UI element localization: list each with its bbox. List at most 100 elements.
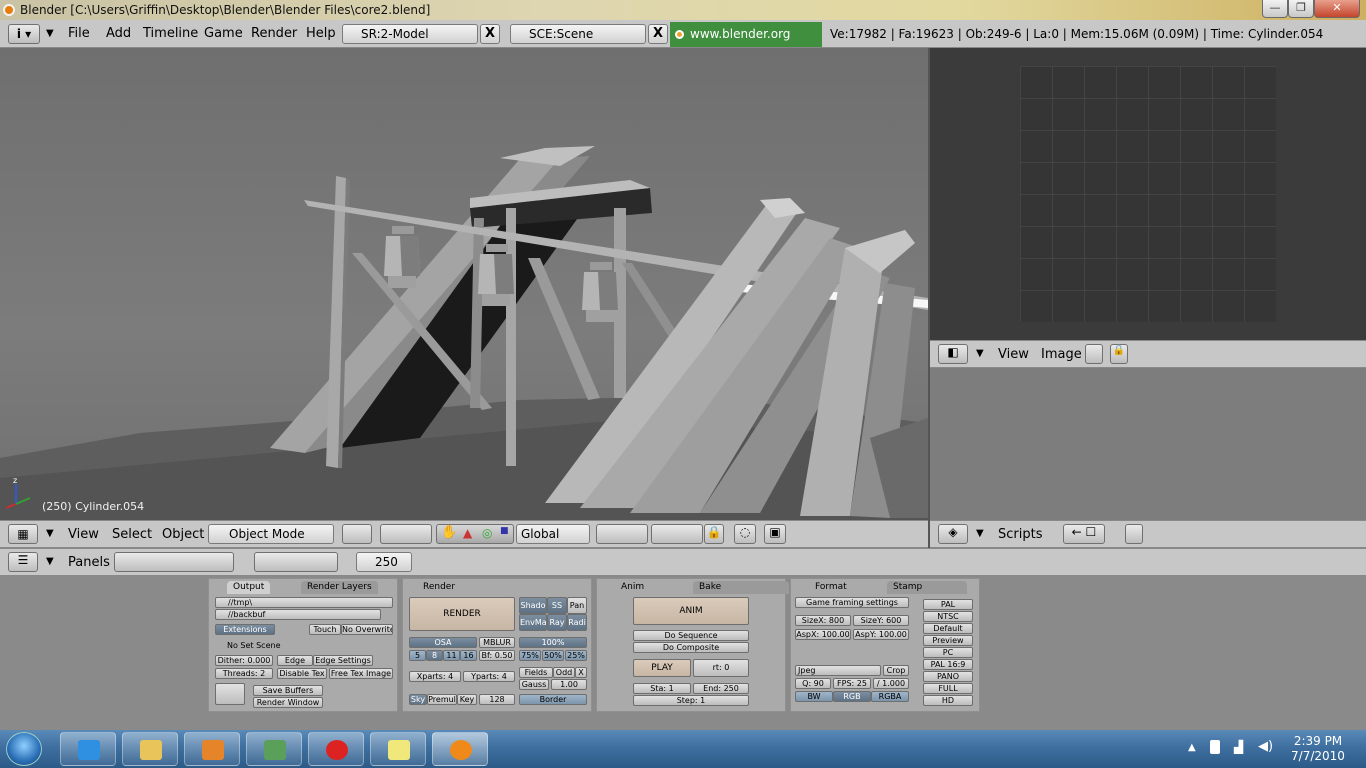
menu-help[interactable]: Help — [306, 26, 336, 41]
collapse-arrow-icon[interactable]: ▼ — [46, 528, 54, 539]
tab-render[interactable]: Render — [417, 581, 462, 594]
preset-preview[interactable]: Preview — [923, 635, 973, 646]
quality-field[interactable]: Q: 90 — [795, 678, 831, 689]
render-preview-icon[interactable]: ▣ — [764, 524, 786, 544]
gauss-value-field[interactable]: 1.00 — [551, 679, 587, 690]
scripts-editor-type-button[interactable]: ◈ — [938, 524, 968, 544]
taskbar-sticky-notes[interactable] — [370, 732, 426, 766]
menu-timeline[interactable]: Timeline — [143, 26, 198, 41]
scene-selector[interactable]: SCE:Scene — [510, 24, 646, 44]
window-type-button[interactable]: i ▾ — [8, 24, 40, 44]
taskbar-media-player[interactable] — [184, 732, 240, 766]
image-menu-image[interactable]: Image — [1041, 347, 1082, 362]
screen-delete-button[interactable]: X — [480, 24, 500, 44]
x-toggle[interactable]: X — [575, 667, 587, 678]
maximize-button[interactable]: ❐ — [1288, 0, 1314, 18]
preset-default[interactable]: Default — [923, 623, 973, 634]
key-toggle[interactable]: Key — [457, 694, 477, 705]
preset-pal-16-9[interactable]: PAL 16:9 — [923, 659, 973, 670]
ss-toggle[interactable]: SS — [547, 597, 567, 614]
aspy-field[interactable]: AspY: 100.00 — [853, 629, 909, 640]
buttons-editor-type-button[interactable]: ☰ — [8, 552, 38, 572]
do-composite-toggle[interactable]: Do Composite — [633, 642, 749, 653]
sizex-field[interactable]: SizeX: 800 — [795, 615, 851, 626]
border-toggle[interactable]: Border — [519, 694, 587, 705]
menu-add[interactable]: Add — [106, 26, 131, 41]
orientation-selector[interactable]: Global — [516, 524, 590, 544]
pivot-snap-button[interactable] — [380, 524, 432, 544]
image-browse-button[interactable] — [1085, 344, 1103, 364]
scripts-area[interactable] — [930, 368, 1366, 520]
device-icon[interactable] — [1210, 740, 1220, 754]
scene-delete-button[interactable]: X — [648, 24, 668, 44]
pin-icon[interactable]: 🔒 — [1110, 344, 1128, 364]
do-sequence-toggle[interactable]: Do Sequence — [633, 630, 749, 641]
taskbar-ie[interactable] — [60, 732, 116, 766]
preset-hd[interactable]: HD — [923, 695, 973, 706]
scripts-browse-button[interactable] — [1125, 524, 1143, 544]
crop-toggle[interactable]: Crop — [883, 665, 909, 676]
scripts-nav-buttons[interactable]: ← ☐ — [1063, 524, 1105, 544]
close-window-button[interactable]: ✕ — [1314, 0, 1360, 18]
image-editor[interactable] — [930, 48, 1366, 340]
lock-icon[interactable]: 🔒 — [704, 524, 724, 544]
render-window-select[interactable]: Render Window — [253, 697, 323, 708]
resolution-100-button[interactable]: 100% — [519, 637, 587, 648]
rgb-toggle[interactable]: RGB — [833, 691, 871, 702]
taskbar-blender[interactable] — [432, 732, 488, 766]
view3d-editor-type-button[interactable]: ▦ — [8, 524, 38, 544]
view3d-menu-select[interactable]: Select — [112, 527, 152, 542]
yparts-field[interactable]: Yparts: 4 — [463, 671, 515, 682]
file-format-select[interactable]: Jpeg — [795, 665, 881, 676]
frame-number-field[interactable]: 250 — [356, 552, 412, 572]
draw-type-button[interactable] — [342, 524, 372, 544]
manipulator-buttons[interactable]: ✋ ▲ ◎ ■ — [436, 524, 514, 544]
image-menu-view[interactable]: View — [998, 347, 1029, 362]
screen-selector[interactable]: SR:2-Model — [342, 24, 478, 44]
system-clock[interactable]: 2:39 PM 7/7/2010 — [1283, 734, 1353, 764]
render-button[interactable]: RENDER — [409, 597, 515, 631]
tab-render-layers[interactable]: Render Layers — [301, 581, 378, 594]
game-framing-button[interactable]: Game framing settings — [795, 597, 909, 608]
tab-bake[interactable]: Bake — [693, 581, 789, 594]
gauss-select[interactable]: Gauss — [519, 679, 549, 690]
fields-toggle[interactable]: Fields — [519, 667, 553, 678]
network-icon[interactable]: ▟ — [1234, 740, 1243, 754]
preset-pc[interactable]: PC — [923, 647, 973, 658]
view3d-menu-view[interactable]: View — [68, 527, 99, 542]
layer-buttons-2[interactable] — [651, 524, 703, 544]
sizey-field[interactable]: SizeY: 600 — [853, 615, 909, 626]
scripts-label[interactable]: Scripts — [998, 527, 1042, 542]
free-tex-image-toggle[interactable]: Free Tex Image — [329, 668, 393, 679]
menu-file[interactable]: File — [68, 26, 90, 41]
osa-toggle[interactable]: OSA — [409, 637, 477, 648]
tab-anim[interactable]: Anim — [615, 581, 651, 594]
touch-toggle[interactable]: Touch — [309, 624, 341, 635]
image-editor-type-button[interactable]: ◧ — [938, 344, 968, 364]
anim-button[interactable]: ANIM — [633, 597, 749, 625]
resolution-25-button[interactable]: 25% — [565, 650, 587, 661]
3d-viewport[interactable]: z (250) Cylinder.054 — [0, 48, 928, 520]
save-buffers-toggle[interactable]: Save Buffers — [253, 685, 323, 696]
pan-toggle[interactable]: Pan — [567, 597, 587, 614]
dither-field[interactable]: Dither: 0.000 — [215, 655, 273, 666]
start-button[interactable] — [6, 732, 42, 766]
taskbar-acrobat[interactable] — [308, 732, 364, 766]
output-path-field[interactable]: //tmp\ — [215, 597, 393, 608]
bw-toggle[interactable]: BW — [795, 691, 833, 702]
odd-toggle[interactable]: Odd — [553, 667, 575, 678]
tab-format[interactable]: Format — [809, 581, 853, 594]
osa-11-button[interactable]: 11 — [443, 650, 460, 661]
collapse-arrow-icon[interactable]: ▼ — [46, 28, 54, 39]
preset-full[interactable]: FULL — [923, 683, 973, 694]
minimize-button[interactable]: — — [1262, 0, 1288, 18]
edge-settings-button[interactable]: Edge Settings — [313, 655, 373, 666]
show-hidden-icons[interactable]: ▲ — [1188, 742, 1196, 753]
fps-field[interactable]: FPS: 25 — [833, 678, 871, 689]
link-icon[interactable]: ◌ — [734, 524, 756, 544]
collapse-arrow-icon[interactable]: ▼ — [976, 528, 984, 539]
preset-pano[interactable]: PANO — [923, 671, 973, 682]
step-field[interactable]: Step: 1 — [633, 695, 749, 706]
start-frame-field[interactable]: Sta: 1 — [633, 683, 691, 694]
osa-16-button[interactable]: 16 — [460, 650, 477, 661]
